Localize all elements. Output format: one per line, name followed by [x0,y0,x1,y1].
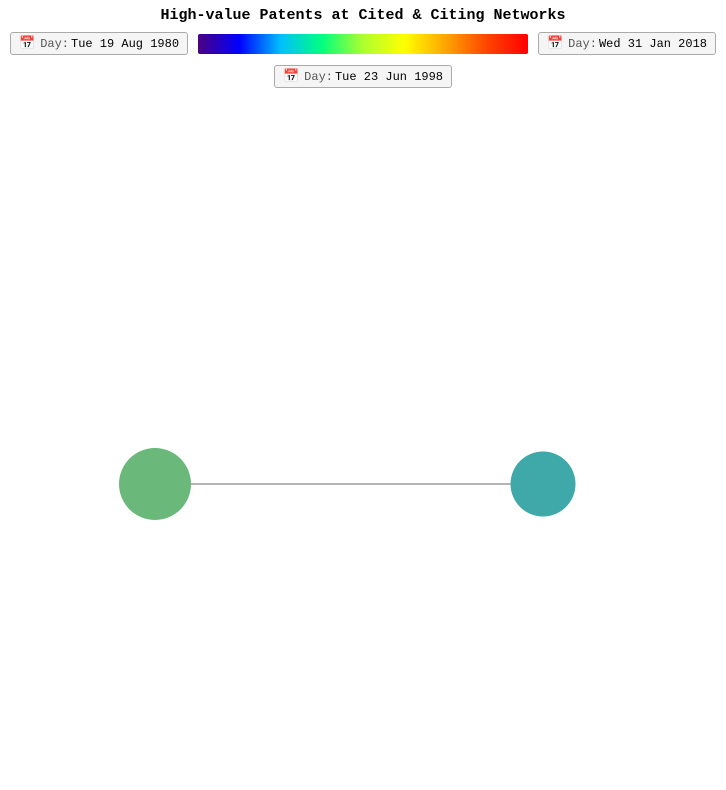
node-cited[interactable] [119,448,191,520]
edge-layer [0,94,726,774]
color-gradient-bar [198,34,528,54]
title-bar: High-value Patents at Cited & Citing Net… [0,0,726,28]
date-picker-right[interactable]: 📅 Day: Wed 31 Jan 2018 [538,32,716,55]
date-value-right: Wed 31 Jan 2018 [599,37,707,51]
page-container: High-value Patents at Cited & Citing Net… [0,0,726,790]
middle-row: 📅 Day: Tue 23 Jun 1998 [0,59,726,94]
date-picker-left[interactable]: 📅 Day: Tue 19 Aug 1980 [10,32,188,55]
calendar-icon-left: 📅 [19,36,35,51]
date-label-right: Day: [568,37,597,51]
node-citing[interactable] [511,452,576,517]
calendar-icon-middle: 📅 [283,69,299,84]
page-title: High-value Patents at Cited & Citing Net… [160,7,565,24]
date-value-left: Tue 19 Aug 1980 [71,37,179,51]
date-label-left: Day: [40,37,69,51]
date-label-middle: Day: [304,70,333,84]
calendar-icon-right: 📅 [547,36,563,51]
top-controls-row: 📅 Day: Tue 19 Aug 1980 📅 Day: Wed 31 Jan… [0,28,726,59]
date-value-middle: Tue 23 Jun 1998 [335,70,443,84]
network-canvas [0,94,726,774]
date-picker-middle[interactable]: 📅 Day: Tue 23 Jun 1998 [274,65,452,88]
